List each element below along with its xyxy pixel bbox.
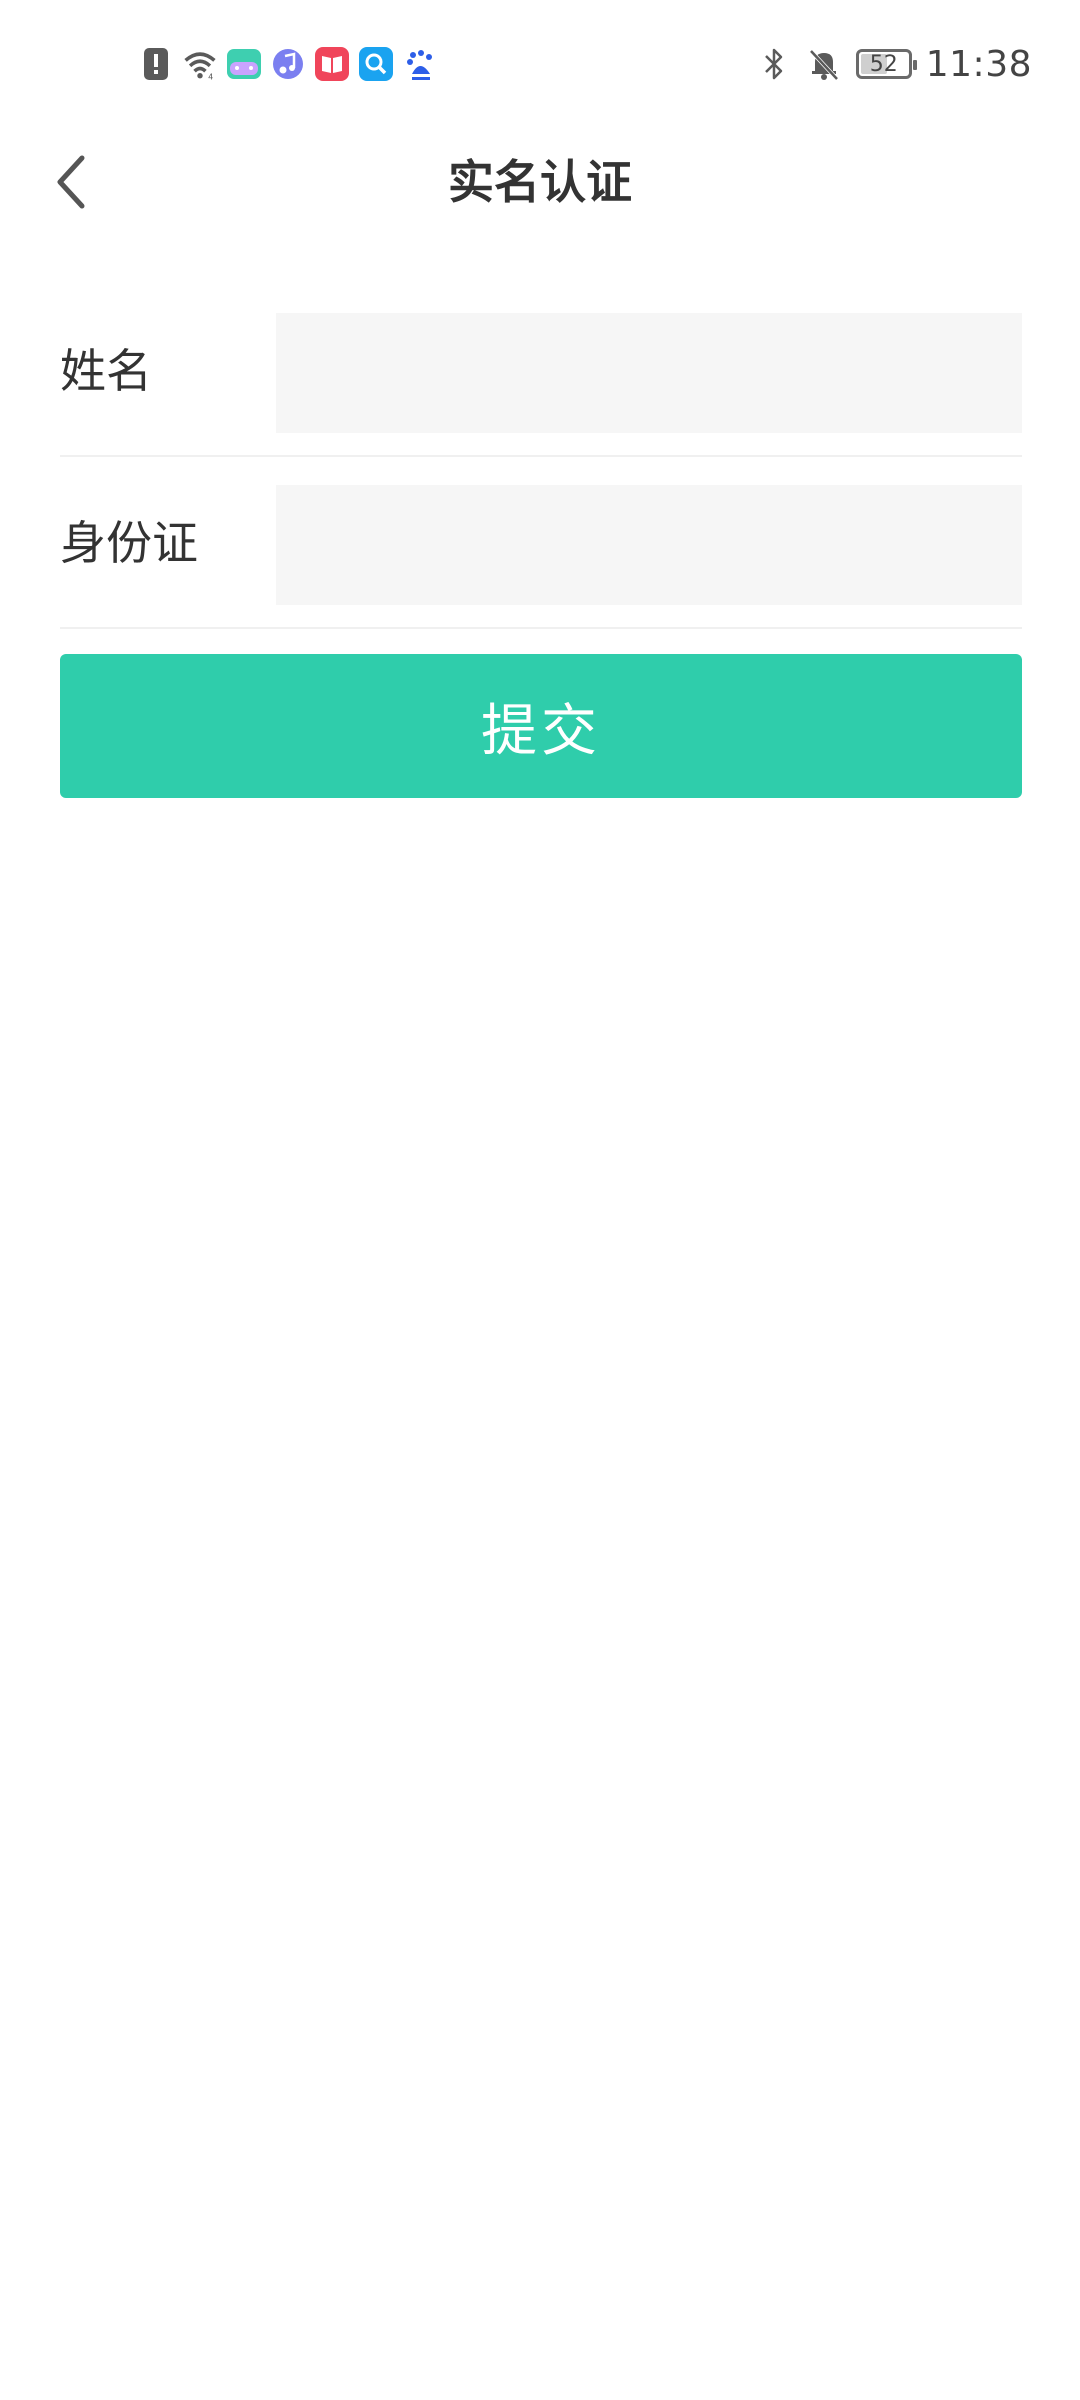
nav-header: 实名认证 [0, 132, 1080, 232]
id-card-input[interactable] [276, 485, 1022, 605]
name-input[interactable] [276, 313, 1022, 433]
search-app-icon [358, 46, 394, 82]
name-row: 姓名 [60, 285, 1022, 457]
battery-level: 52 [869, 51, 898, 77]
status-clock: 11:38 [925, 43, 1032, 85]
svg-text:4: 4 [208, 71, 213, 81]
system-status: 52 11:38 [756, 40, 1032, 88]
status-bar: 4 52 11:38 [0, 0, 1080, 132]
bluetooth-icon [756, 46, 792, 82]
book-app-icon [314, 46, 350, 82]
wifi-icon: 4 [182, 46, 218, 82]
alert-icon [138, 46, 174, 82]
music-app-icon [270, 46, 306, 82]
id-card-label: 身份证 [60, 516, 198, 570]
bell-muted-icon [806, 46, 842, 82]
baidu-app-icon [402, 46, 438, 82]
name-label: 姓名 [60, 344, 152, 398]
submit-button[interactable]: 提交 [60, 654, 1022, 798]
game-controller-app-icon [226, 46, 262, 82]
battery-icon: 52 [855, 49, 917, 79]
id-card-row: 身份证 [60, 457, 1022, 629]
notification-icons: 4 [138, 44, 438, 84]
page-title: 实名认证 [448, 155, 632, 209]
